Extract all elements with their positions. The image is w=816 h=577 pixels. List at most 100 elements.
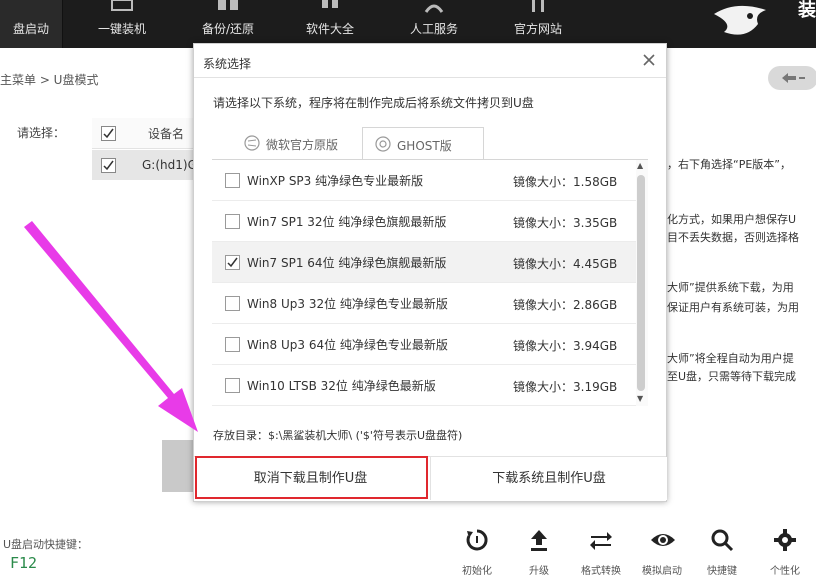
system-size: 镜像大小：3.19GB [513, 380, 618, 394]
support-person-icon [424, 4, 444, 13]
dialog-title: 系统选择 [203, 57, 252, 71]
tool-label: 快捷键 [707, 566, 737, 577]
eye-icon [651, 534, 675, 546]
help-text-line: 目不丢失数据，否则选择格 [667, 231, 799, 244]
windows-icon [244, 135, 260, 151]
nav-one-click-install[interactable]: 一键装机 [92, 0, 152, 48]
website-icon [532, 0, 544, 12]
system-size: 镜像大小：2.86GB [513, 298, 618, 312]
shark-logo-icon [714, 5, 766, 35]
convert-icon [590, 532, 612, 550]
scroll-down-icon[interactable]: ▼ [637, 394, 643, 403]
ghost-icon [375, 136, 391, 152]
tab-ghost[interactable]: GHOST版 [362, 127, 484, 161]
system-checkbox[interactable] [225, 337, 240, 352]
select-all-checkbox[interactable] [101, 126, 116, 141]
tool-upgrade[interactable]: 升级 [514, 524, 564, 577]
nav-backup-restore[interactable]: 备份/还原 [196, 0, 260, 48]
install-icon [111, 0, 133, 11]
nav-software[interactable]: 软件大全 [300, 0, 360, 48]
dialog-divider [194, 77, 666, 78]
help-text-line: 大师”将全程自动为用户提 [667, 352, 794, 365]
back-arrow-icon [782, 73, 805, 83]
help-text-line: 至U盘，只需等待下载完成 [667, 370, 797, 383]
check-icon [227, 257, 238, 268]
backup-icon [218, 0, 238, 10]
gear-icon [774, 529, 796, 551]
tab-label: GHOST版 [397, 139, 452, 153]
system-checkbox[interactable] [225, 378, 240, 393]
tool-label: 个性化 [770, 566, 800, 577]
device-column-header: 设备名 [148, 127, 185, 141]
tool-hotkeys[interactable]: 快捷键 [697, 524, 747, 577]
top-nav-bar: 盘启动 一键装机 备份/还原 软件大全 人工服务 官方网站 装 [0, 0, 816, 48]
list-item[interactable]: Win8 Up3 64位 纯净绿色专业最新版 镜像大小：3.94GB [212, 324, 636, 365]
nav-website[interactable]: 官方网站 [508, 0, 568, 48]
system-checkbox[interactable] [225, 296, 240, 311]
nav-label: 软件大全 [305, 22, 354, 36]
system-list: WinXP SP3 纯净绿色专业最新版 镜像大小：1.58GB Win7 SP1… [212, 160, 636, 406]
device-name: G:(hd1)G [142, 158, 197, 172]
logo-text: 装 [798, 0, 816, 21]
system-name: Win8 Up3 64位 纯净绿色专业最新版 [247, 338, 448, 352]
list-item[interactable]: Win8 Up3 32位 纯净绿色专业最新版 镜像大小：2.86GB [212, 283, 636, 324]
tool-label: 初始化 [462, 566, 492, 577]
device-checkbox[interactable] [101, 158, 116, 173]
device-table-header: 设备名 [92, 118, 196, 149]
list-item[interactable]: Win7 SP1 64位 纯净绿色旗舰最新版 镜像大小：4.45GB [212, 242, 636, 283]
close-icon[interactable] [640, 51, 658, 69]
nav-label: 人工服务 [409, 22, 458, 36]
tool-label: 格式转换 [581, 566, 621, 577]
list-item[interactable]: WinXP SP3 纯净绿色专业最新版 镜像大小：1.58GB [212, 160, 636, 201]
tool-simulate-boot[interactable]: 模拟启动 [637, 524, 687, 577]
dialog-intro: 请选择以下系统，程序将在制作完成后将系统文件拷贝到U盘 [213, 96, 534, 110]
tool-reset[interactable]: 初始化 [452, 524, 502, 577]
search-icon [711, 529, 734, 552]
software-grid-icon [322, 0, 338, 8]
check-icon [103, 128, 114, 139]
tool-personalize[interactable]: 个性化 [760, 524, 810, 577]
system-size: 镜像大小：3.35GB [513, 216, 618, 230]
system-size: 镜像大小：1.58GB [513, 175, 618, 189]
highlight-box [195, 456, 428, 499]
nav-support[interactable]: 人工服务 [402, 0, 466, 48]
help-text-line: 大师”提供系统下载，为用 [667, 281, 794, 294]
hotkey-value: F12 [10, 554, 38, 572]
hotkey-label: U盘启动快捷键： [3, 538, 89, 551]
system-name: Win8 Up3 32位 纯净绿色专业最新版 [247, 297, 448, 311]
system-size: 镜像大小：3.94GB [513, 339, 618, 353]
list-item[interactable]: Win7 SP1 32位 纯净绿色旗舰最新版 镜像大小：3.35GB [212, 201, 636, 242]
back-button[interactable] [768, 66, 816, 90]
breadcrumb: 主菜单 > U盘模式 [0, 73, 99, 87]
nav-label: 盘启动 [12, 22, 49, 36]
scroll-up-icon[interactable]: ▲ [637, 161, 643, 170]
start-button-partial[interactable] [162, 440, 196, 492]
check-icon [103, 160, 114, 171]
select-label: 请选择： [17, 126, 66, 140]
tab-official[interactable]: 微软官方原版 [232, 127, 360, 159]
system-checkbox[interactable] [225, 255, 240, 270]
device-row[interactable]: G:(hd1)G [92, 150, 197, 180]
tool-convert[interactable]: 格式转换 [576, 524, 626, 577]
nav-label: 备份/还原 [201, 22, 255, 36]
system-name: Win7 SP1 64位 纯净绿色旗舰最新版 [247, 256, 447, 270]
system-checkbox[interactable] [225, 173, 240, 188]
save-path: 存放目录：$:\黑鲨装机大师\ ('$'符号表示U盘盘符) [213, 429, 463, 442]
download-system-button[interactable]: 下载系统且制作U盘 [430, 457, 667, 500]
help-text-line: 保证用户有系统可装，为用 [667, 301, 799, 314]
system-size: 镜像大小：4.45GB [513, 257, 618, 271]
tab-label: 微软官方原版 [266, 138, 339, 152]
nav-usb-boot[interactable]: 盘启动 [0, 0, 63, 48]
system-name: Win10 LTSB 32位 纯净绿色最新版 [247, 379, 436, 393]
scrollbar-thumb[interactable] [637, 175, 645, 391]
system-checkbox[interactable] [225, 214, 240, 229]
system-name: WinXP SP3 纯净绿色专业最新版 [247, 174, 424, 188]
tool-label: 模拟启动 [642, 566, 682, 577]
list-item[interactable]: Win10 LTSB 32位 纯净绿色最新版 镜像大小：3.19GB [212, 365, 636, 406]
tool-label: 升级 [529, 566, 549, 577]
help-text-line: ，右下角选择“PE版本”， [667, 158, 791, 171]
system-name: Win7 SP1 32位 纯净绿色旗舰最新版 [247, 215, 447, 229]
system-select-dialog: 系统选择 请选择以下系统，程序将在制作完成后将系统文件拷贝到U盘 微软官方原版 … [193, 43, 667, 502]
upload-icon [531, 530, 547, 551]
nav-label: 一键装机 [97, 22, 146, 36]
